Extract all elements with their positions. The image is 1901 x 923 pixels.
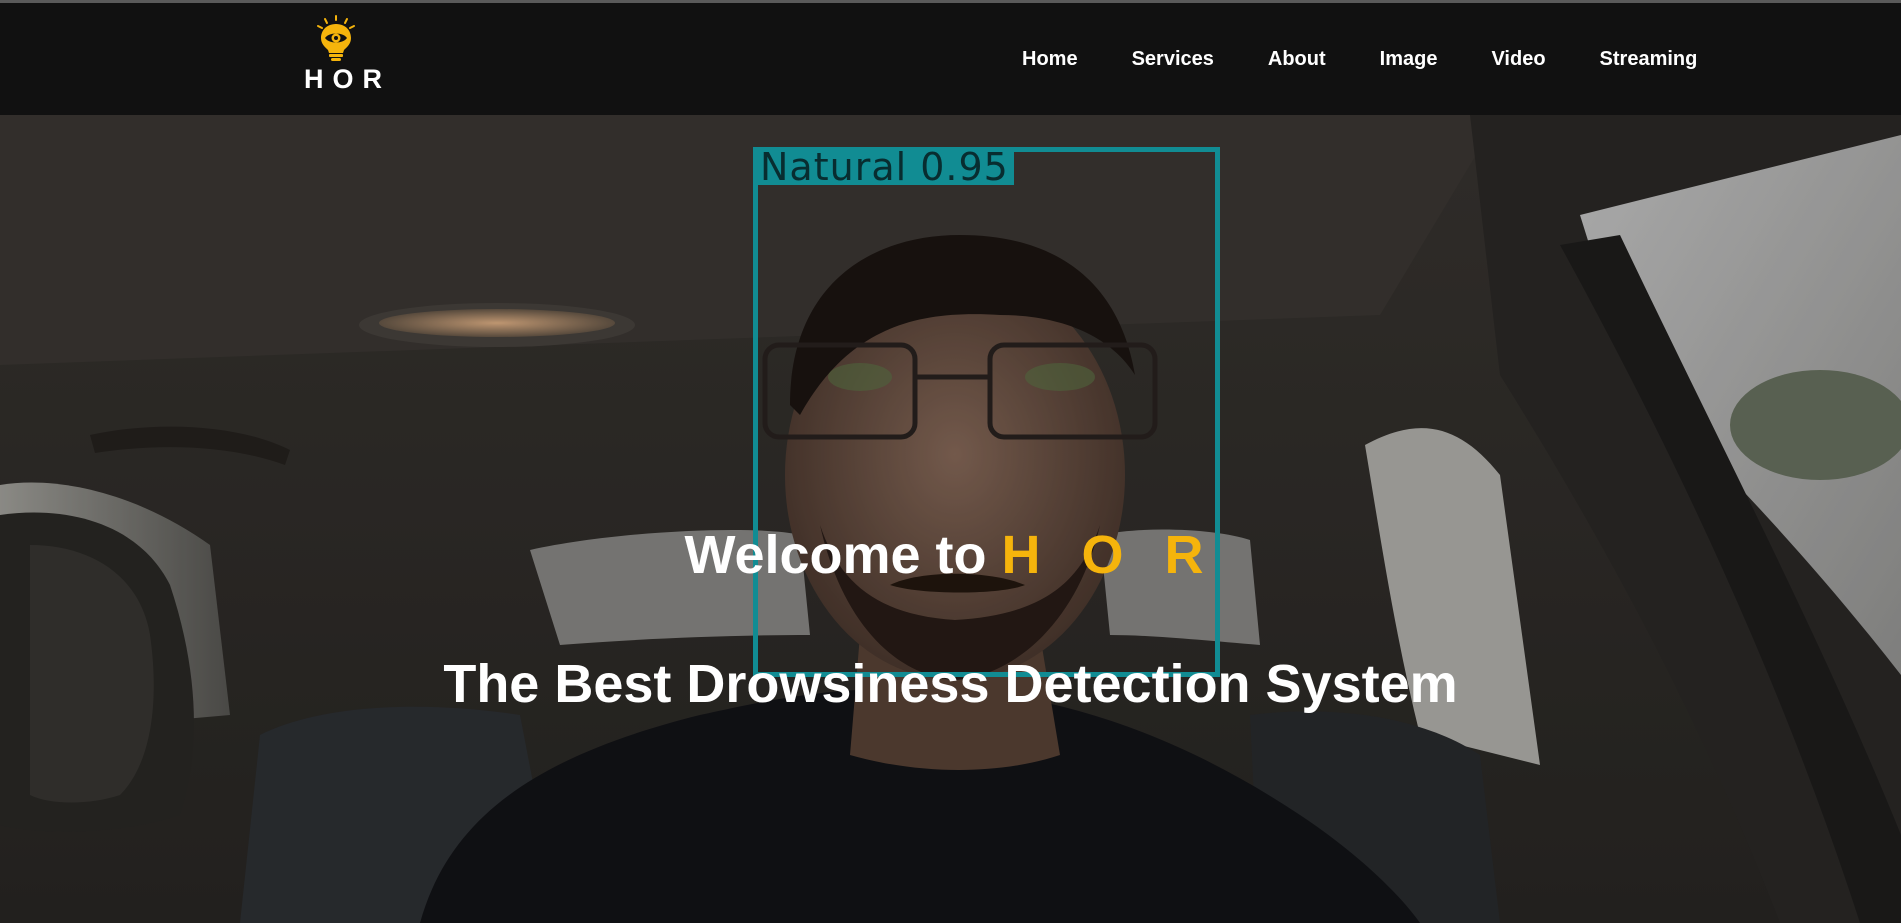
- detection-bounding-box: [753, 147, 1220, 677]
- nav-streaming[interactable]: Streaming: [1600, 47, 1698, 71]
- nav-services[interactable]: Services: [1132, 47, 1214, 71]
- site-header: HOR Home Services About Image Video Stre…: [0, 3, 1901, 115]
- page: HOR Home Services About Image Video Stre…: [0, 0, 1901, 923]
- welcome-brand: H O R: [1001, 525, 1217, 585]
- welcome-prefix: Welcome to: [684, 525, 1002, 585]
- nav-about[interactable]: About: [1268, 47, 1326, 71]
- nav-image[interactable]: Image: [1380, 47, 1438, 71]
- nav-home[interactable]: Home: [1022, 47, 1078, 71]
- hero-section: Natural 0.95 Welcome to H O R The Best D…: [0, 115, 1901, 923]
- detection-label: Natural 0.95: [753, 147, 1014, 187]
- hero-subtitle: The Best Drowsiness Detection System: [443, 654, 1458, 714]
- logo[interactable]: HOR: [296, 15, 391, 99]
- welcome-heading: Welcome to H O R: [0, 525, 1901, 585]
- logo-text: HOR: [304, 64, 391, 94]
- lightbulb-eye-icon: [317, 15, 355, 61]
- main-nav: Home Services About Image Video Streamin…: [1022, 47, 1697, 71]
- nav-video[interactable]: Video: [1491, 47, 1545, 71]
